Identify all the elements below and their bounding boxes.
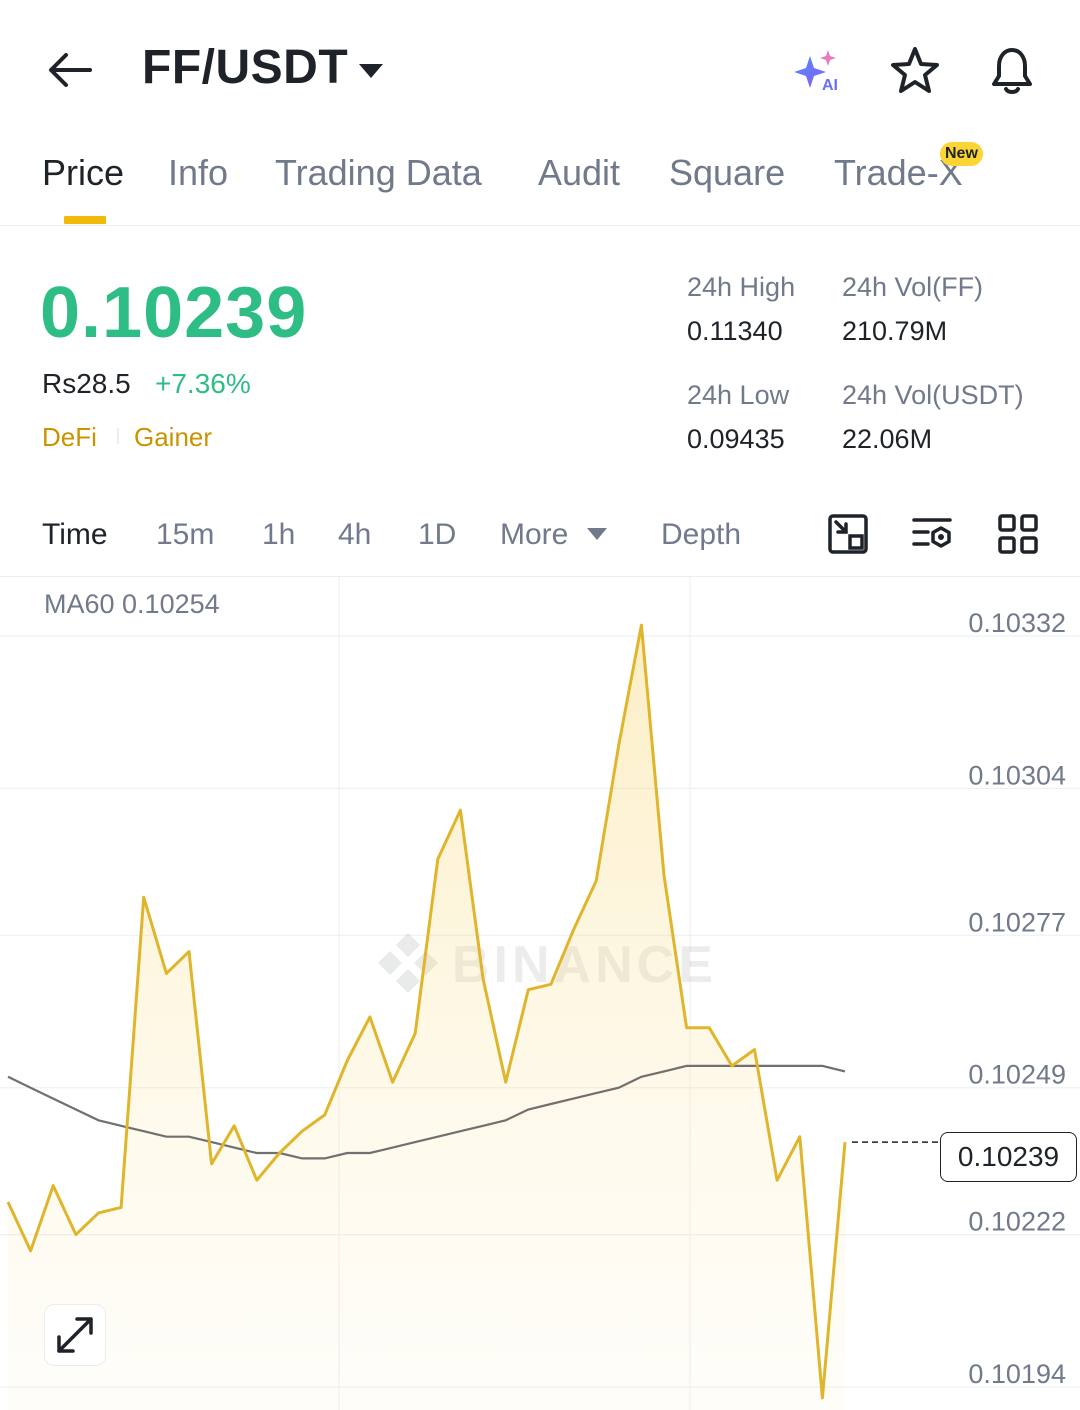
ai-label: AI (822, 77, 838, 94)
tab-audit[interactable]: Audit (538, 152, 620, 194)
favorite-button[interactable] (888, 44, 942, 98)
interval-4h[interactable]: 4h (338, 518, 371, 552)
stat-vol-usdt-label: 24h Vol(USDT) (842, 380, 1024, 410)
caret-down-icon[interactable] (358, 62, 384, 85)
active-tab-indicator (64, 216, 106, 224)
ai-sparkle-icon: AI (794, 50, 838, 94)
price-alert-button[interactable] (984, 42, 1040, 98)
tab-trading-data[interactable]: Trading Data (275, 152, 482, 194)
y-axis-tick-label: 0.10222 (968, 1207, 1066, 1237)
layout-grid-button[interactable] (996, 512, 1040, 556)
y-axis-tick-label: 0.10332 (968, 608, 1066, 638)
grid-icon (998, 514, 1038, 554)
interval-1d[interactable]: 1D (418, 518, 456, 552)
fullscreen-button[interactable] (44, 1304, 106, 1366)
stat-vol-ff-value: 210.79M (842, 316, 948, 346)
chart-swap-icon (828, 514, 868, 554)
tag-separator (117, 428, 119, 444)
indicator-settings-button[interactable] (910, 512, 954, 556)
tab-square[interactable]: Square (669, 152, 785, 194)
price-change-percent: +7.36% (155, 368, 251, 399)
divider (0, 225, 1080, 226)
y-axis-tick-label: 0.10249 (968, 1060, 1066, 1090)
price-chart[interactable]: BINANCE 0.103320.103040.102770.102490.10… (0, 577, 1080, 1410)
y-axis-tick-label: 0.10304 (968, 760, 1066, 790)
ai-assistant-button[interactable]: AI (790, 46, 846, 96)
tag-gainer[interactable]: Gainer (134, 422, 212, 453)
new-badge: New (940, 142, 983, 166)
interval-time[interactable]: Time (42, 518, 108, 552)
pair-title[interactable]: FF/USDT (142, 40, 348, 95)
tag-defi[interactable]: DeFi (42, 422, 97, 453)
back-button[interactable] (44, 44, 96, 96)
stat-high-value: 0.11340 (687, 316, 783, 346)
stat-vol-usdt-value: 22.06M (842, 424, 933, 454)
ma60-label: MA60 0.10254 (44, 589, 220, 619)
stat-low-value: 0.09435 (687, 424, 785, 454)
last-price: 0.10239 (40, 273, 308, 353)
expand-icon (57, 1317, 93, 1353)
tab-price[interactable]: Price (42, 152, 124, 194)
settings-list-icon (912, 518, 952, 548)
interval-15m[interactable]: 15m (156, 518, 214, 552)
interval-1h[interactable]: 1h (262, 518, 295, 552)
y-axis-tick-label: 0.10194 (968, 1359, 1066, 1389)
bell-icon (992, 48, 1032, 94)
depth-tab[interactable]: Depth (661, 518, 741, 552)
stat-vol-ff-label: 24h Vol(FF) (842, 272, 984, 302)
fiat-price: Rs28.5 (42, 368, 131, 399)
arrow-left-icon (49, 53, 92, 87)
tab-info[interactable]: Info (168, 152, 228, 194)
interval-more[interactable]: More (500, 518, 568, 552)
star-icon (891, 47, 939, 93)
current-price-tag: 0.10239 (940, 1132, 1077, 1182)
chart-mode-button[interactable] (826, 512, 870, 556)
stat-low-label: 24h Low (687, 380, 790, 410)
stat-high-label: 24h High (687, 272, 796, 302)
y-axis-tick-label: 0.10277 (968, 907, 1066, 937)
caret-down-icon[interactable] (586, 527, 608, 546)
